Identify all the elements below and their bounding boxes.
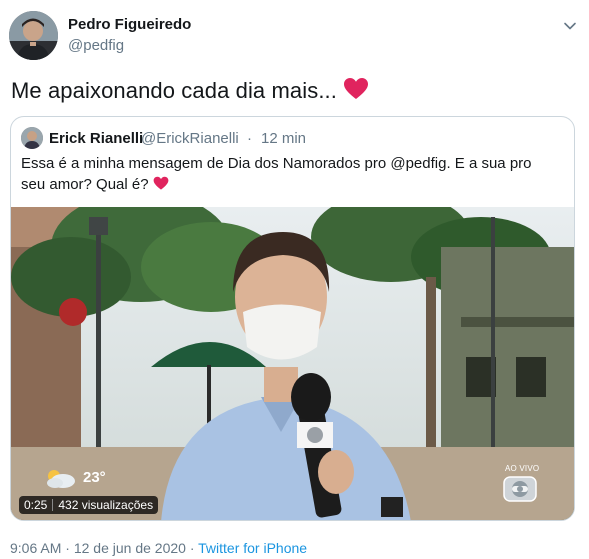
live-label: AO VIVO xyxy=(505,464,540,473)
quoted-tweet[interactable]: Erick Rianelli @ErickRianelli · 12 min E… xyxy=(10,116,575,521)
heart-icon xyxy=(153,176,169,190)
badge-divider xyxy=(52,499,54,511)
video-duration: 0:25 xyxy=(24,498,48,512)
quoted-text: Essa é a minha mensagem de Dia dos Namor… xyxy=(21,153,541,195)
tweet[interactable]: Pedro Figueiredo @pedfig Me apaixonando … xyxy=(0,0,589,559)
weather-icon xyxy=(47,470,75,488)
meta-separator: · xyxy=(189,540,195,556)
tweet-time[interactable]: 9:06 AM xyxy=(10,540,61,556)
quoted-timestamp: 12 min xyxy=(261,130,307,147)
quoted-text-body: Essa é a minha mensagem de Dia dos Namor… xyxy=(21,155,532,193)
quoted-author-name: Erick Rianelli xyxy=(49,130,144,147)
tweet-meta: 9:06 AM · 12 de jun de 2020 · Twitter fo… xyxy=(10,540,307,556)
tweet-text-body: Me apaixonando cada dia mais... xyxy=(11,78,337,103)
tweet-source[interactable]: Twitter for iPhone xyxy=(198,540,307,556)
author-avatar[interactable] xyxy=(9,11,58,60)
author-handle[interactable]: @pedfig xyxy=(68,37,124,54)
chevron-down-icon[interactable] xyxy=(562,18,578,34)
author-name[interactable]: Pedro Figueiredo xyxy=(68,16,191,33)
video-info-badge: 0:25 432 visualizações xyxy=(19,496,159,514)
heart-icon xyxy=(343,78,368,99)
globo-logo-icon xyxy=(503,476,537,502)
meta-separator: · xyxy=(65,540,70,556)
quoted-separator: · xyxy=(247,130,252,147)
tweet-text: Me apaixonando cada dia mais... xyxy=(11,77,369,104)
video-views: 432 visualizações xyxy=(58,498,154,512)
weather-temperature: 23° xyxy=(83,469,106,486)
quoted-author-handle: @ErickRianelli xyxy=(141,130,239,147)
quoted-author-avatar xyxy=(21,127,43,149)
tweet-date[interactable]: 12 de jun de 2020 xyxy=(74,540,186,556)
video-player[interactable]: 23° 0:25 432 visualizações AO VIVO xyxy=(11,207,574,520)
